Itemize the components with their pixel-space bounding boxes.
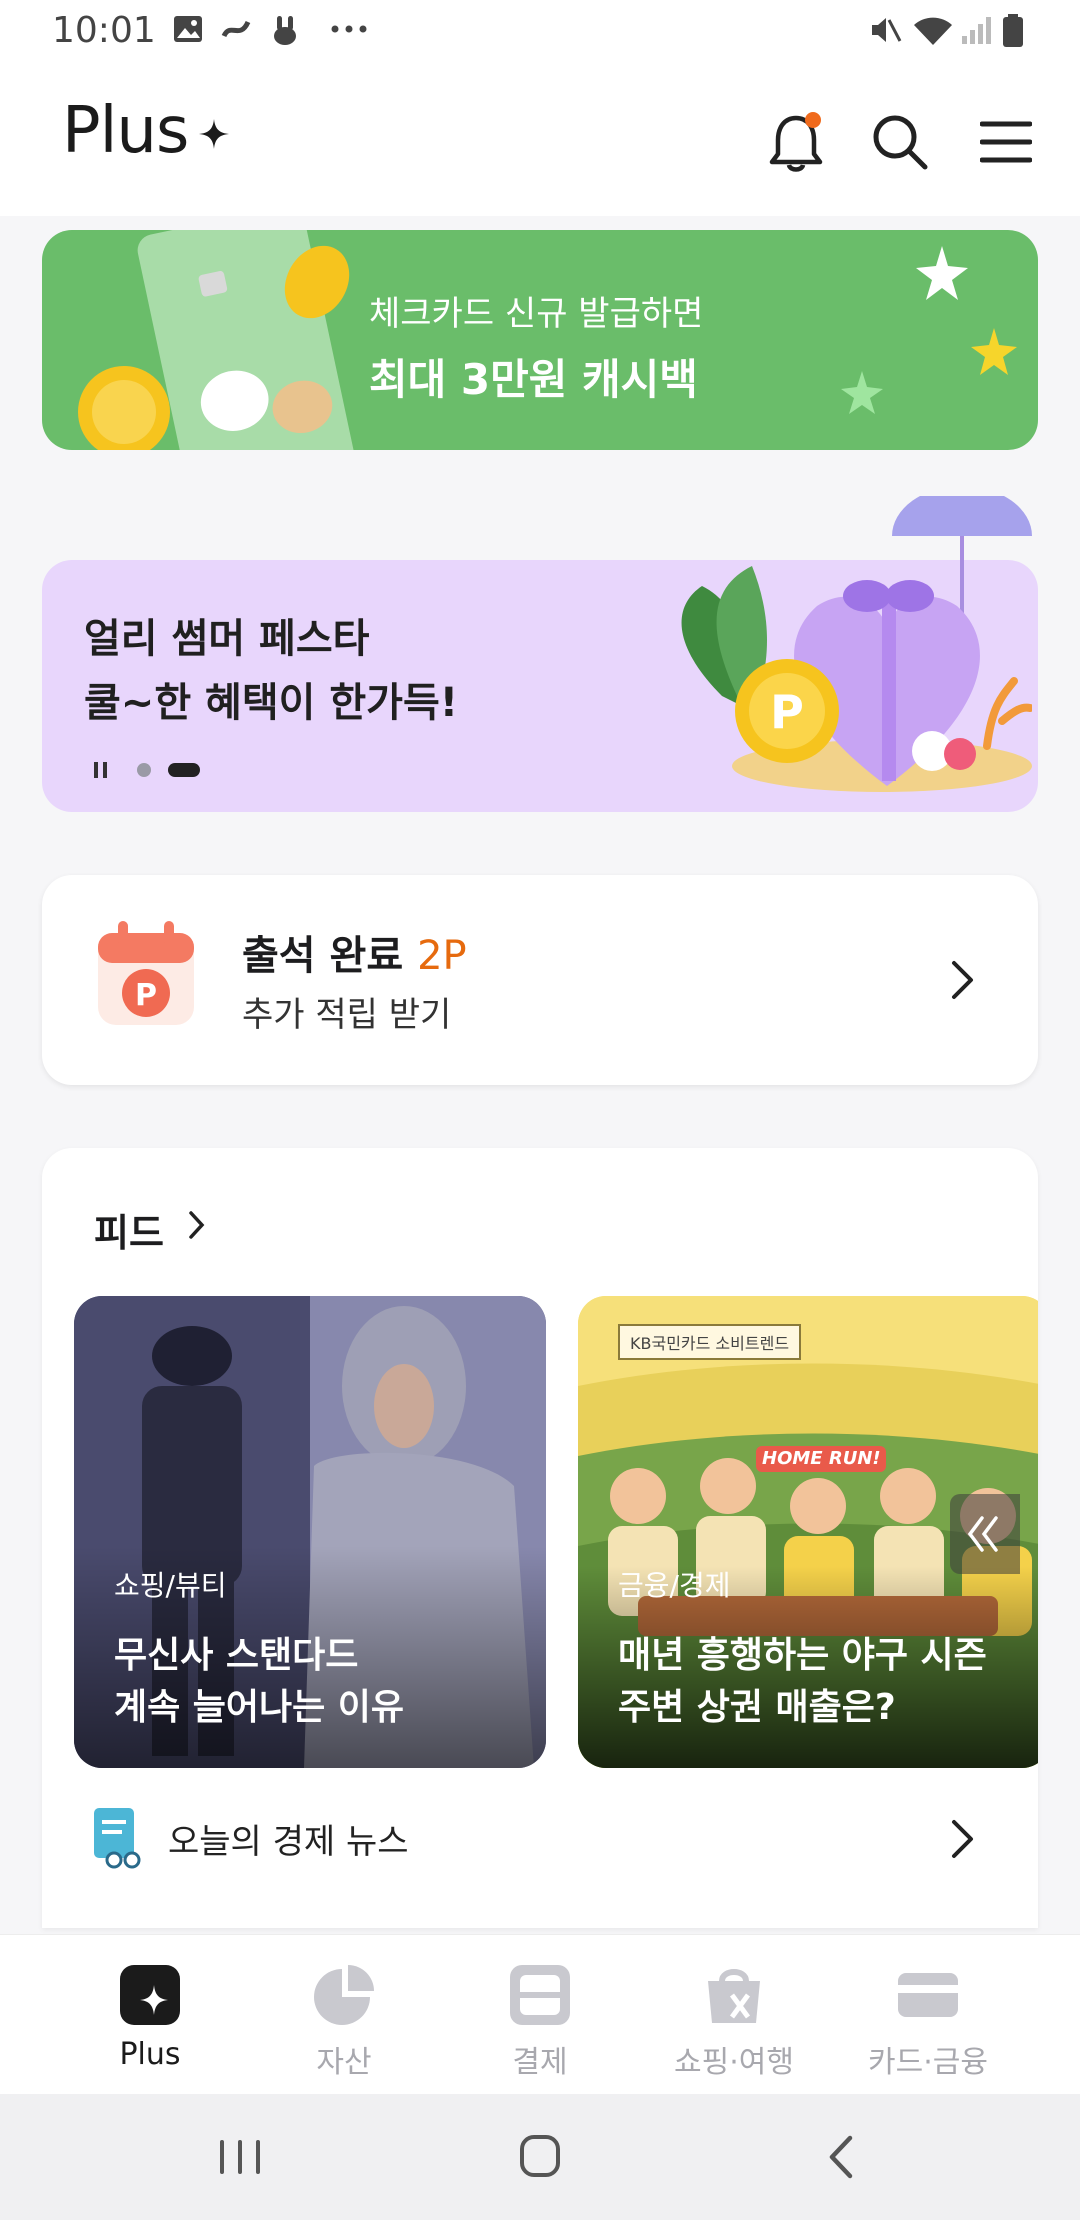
svg-text:P: P [770, 685, 804, 739]
feed-header-link[interactable]: 피드 [94, 1198, 234, 1255]
bell-icon [769, 112, 823, 172]
nav-label: 결제 [512, 2045, 568, 2080]
wifi-icon [914, 17, 952, 45]
kb-sticker-label: KB국민카드 소비트렌드 [618, 1324, 802, 1360]
news-document-icon [94, 1808, 141, 1869]
economy-news-row[interactable]: 오늘의 경제 뉴스 [42, 1788, 1038, 1888]
calendar-points-icon: P [98, 921, 194, 1025]
attendance-card[interactable]: P 출석 완료 2P 추가 적립 받기 [42, 875, 1038, 1085]
gift-coin-illustration: P [681, 496, 1032, 792]
feed-item-headline: 무신사 스탠다드 [114, 1635, 359, 1676]
feed-item-headline: 매년 흥행하는 야구 시즌 [618, 1635, 987, 1676]
plus-sparkle-icon [120, 1965, 180, 2025]
shopping-bag-icon [708, 1969, 760, 2023]
pie-chart-icon [314, 1965, 374, 2025]
nav-label: 자산 [316, 2045, 372, 2080]
check-card-promo-banner[interactable]: 체크카드 신규 발급하면 최대 3만원 캐시백 [42, 230, 1038, 450]
nav-label: 카드·금융 [868, 2045, 988, 2080]
check-card-illustration [78, 230, 355, 450]
nav-tab-shopping-travel[interactable]: 쇼핑·여행 [636, 1935, 832, 2095]
hamburger-menu-icon [980, 121, 1032, 163]
attendance-subtitle: 추가 적립 받기 [242, 995, 452, 1035]
svg-text:P: P [135, 978, 157, 1013]
gallery-notification-icon [174, 16, 202, 42]
back-button[interactable] [802, 2122, 882, 2192]
sparkle-icon [199, 119, 229, 149]
attendance-title-text: 출석 완료 [242, 933, 418, 979]
double-chevron-left-icon [967, 1516, 998, 1552]
feed-item-category: 금융/경제 [618, 1569, 731, 1602]
chevron-right-icon [952, 961, 973, 999]
collapse-carousel-button[interactable] [950, 1494, 1020, 1574]
green-banner-line2: 최대 3만원 캐시백 [369, 355, 698, 404]
card-icon [898, 1973, 958, 2017]
attendance-title: 출석 완료 2P [242, 923, 467, 981]
status-bar: 10:01 [0, 0, 1080, 66]
purple-banner-line2: 쿨~한 혜택이 한가득! [84, 680, 459, 726]
nav-label: Plus [119, 2037, 181, 2072]
app-header: Plus [0, 66, 1080, 216]
home-run-banner-text: HOME RUN! [762, 1448, 881, 1469]
pause-icon [94, 762, 200, 778]
battery-icon [1003, 14, 1023, 47]
green-banner-line1: 체크카드 신규 발급하면 [369, 294, 704, 334]
nav-tab-payment[interactable]: 결제 [442, 1935, 638, 2095]
nav-tab-card-finance[interactable]: 카드·금융 [830, 1935, 1026, 2095]
flower-decoration-icon [971, 328, 1017, 375]
feed-item[interactable]: 쇼핑/뷰티 무신사 스탠다드 계속 늘어나는 이유 [74, 1296, 546, 1768]
flower-decoration-icon [841, 371, 883, 414]
app-title: Plus [62, 94, 189, 168]
feed-item-headline: 계속 늘어나는 이유 [114, 1687, 405, 1728]
recent-apps-icon [220, 2140, 260, 2174]
home-button[interactable] [500, 2122, 580, 2192]
nav-label: 쇼핑·여행 [674, 2045, 794, 2080]
system-navigation-bar [0, 2094, 1080, 2220]
feed-title: 피드 [94, 1211, 164, 1255]
attendance-points: 2P [417, 933, 467, 979]
nav-tab-assets[interactable]: 자산 [246, 1935, 442, 2095]
mute-icon [872, 18, 902, 42]
flower-decoration-icon [916, 246, 968, 300]
scan-pay-icon [510, 1965, 570, 2025]
feed-item-category: 쇼핑/뷰티 [114, 1569, 227, 1602]
menu-button[interactable] [968, 104, 1044, 180]
search-icon [873, 115, 928, 170]
chevron-right-icon [952, 1820, 973, 1858]
signal-icon [962, 17, 991, 44]
notifications-button[interactable] [758, 104, 834, 180]
app-notification-icon [221, 20, 251, 38]
recent-apps-button[interactable] [200, 2122, 280, 2192]
economy-news-label: 오늘의 경제 뉴스 [168, 1822, 409, 1862]
nav-tab-plus[interactable]: Plus [52, 1935, 248, 2095]
carousel-indicator[interactable] [88, 760, 208, 780]
feed-item[interactable]: KB국민카드 소비트렌드 HOME RUN! 금융/경제 매년 흥행하는 야구 … [578, 1296, 1038, 1768]
chevron-right-icon [189, 1211, 205, 1239]
bottom-navigation: Plus 자산 결제 쇼핑·여행 카드·금융 [0, 1934, 1080, 2095]
rabbit-notification-icon [274, 16, 296, 45]
summer-festa-banner[interactable]: 얼리 썸머 페스타 쿨~한 혜택이 한가득! P [42, 496, 1038, 812]
home-icon [520, 2135, 560, 2177]
purple-banner-line1: 얼리 썸머 페스타 [84, 616, 370, 662]
back-icon [829, 2135, 853, 2179]
feed-section: 피드 쇼핑/뷰티 무신사 스탠다드 계속 늘어나는 이유 KB국민카드 소비트렌… [42, 1148, 1038, 1928]
feed-item-headline: 주변 상권 매출은? [618, 1687, 896, 1728]
search-button[interactable] [862, 104, 938, 180]
status-time: 10:01 [52, 10, 156, 51]
more-notifications-icon [331, 25, 367, 33]
